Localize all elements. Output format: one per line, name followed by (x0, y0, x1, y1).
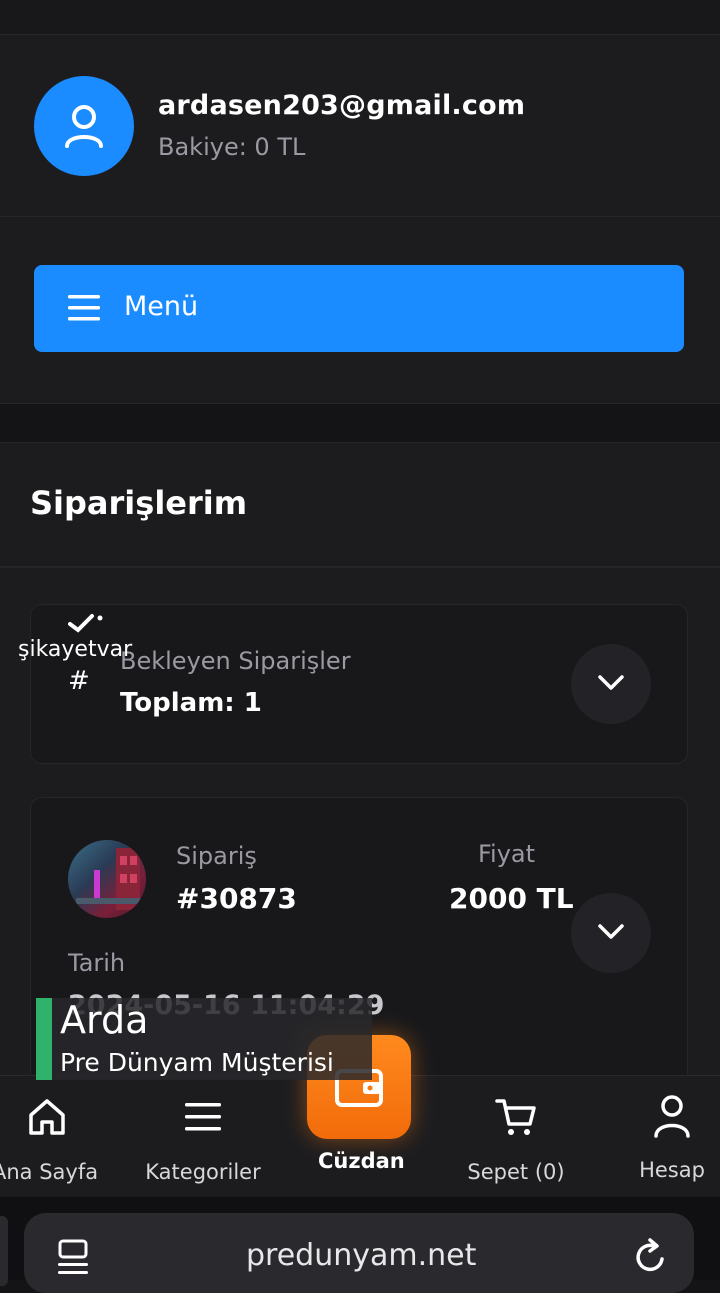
nav-categories-label: Kategoriler (145, 1160, 261, 1184)
nav-home-label: Ana Sayfa (0, 1160, 99, 1184)
cart-icon (495, 1099, 536, 1135)
nav-account-label: Hesap (639, 1158, 705, 1182)
expand-pending-button[interactable] (571, 644, 651, 724)
user-icon (654, 1095, 690, 1138)
order-id: #30873 (176, 882, 297, 915)
profile-email: ardasen203@gmail.com (158, 90, 526, 121)
list-icon (185, 1103, 221, 1131)
page-settings-icon (58, 1239, 88, 1274)
user-icon (65, 105, 103, 148)
nav-cart[interactable]: Sepet (0) (466, 1090, 566, 1184)
date-label: Tarih (68, 949, 126, 977)
caption-subtitle: Pre Dünyam Müşterisi (60, 1048, 334, 1077)
divider (0, 566, 720, 568)
url-text: predunyam.net (246, 1238, 477, 1273)
nav-wallet-label[interactable]: Cüzdan (318, 1149, 405, 1173)
order-label: Sipariş (176, 842, 257, 870)
orders-title: Siparişlerim (30, 484, 248, 522)
chevron-down-icon (598, 675, 624, 690)
avatar[interactable] (34, 76, 134, 176)
caption-name: Arda (60, 998, 149, 1042)
menu-button[interactable]: Menü (34, 265, 684, 352)
menu-button-label: Menü (124, 291, 199, 322)
expand-order-button[interactable] (571, 893, 651, 973)
caption-accent-bar (36, 998, 52, 1080)
nav-account[interactable]: Hesap (632, 1090, 712, 1182)
profile-balance: Bakiye: 0 TL (158, 133, 306, 161)
tab-edge (0, 1216, 8, 1286)
price-label: Fiyat (478, 840, 536, 868)
nav-home[interactable]: Ana Sayfa (0, 1090, 99, 1184)
watermark-brand: şikayetvar (18, 637, 133, 662)
hamburger-icon (68, 295, 100, 321)
home-icon (29, 1099, 65, 1135)
status-bar (0, 0, 720, 34)
chevron-down-icon (598, 924, 624, 939)
reload-icon[interactable] (632, 1237, 668, 1275)
nav-categories[interactable]: Kategoriler (142, 1090, 264, 1184)
watermark-hash: # (68, 666, 90, 696)
price-value: 2000 TL (449, 882, 574, 915)
nav-cart-label: Sepet (0) (467, 1160, 565, 1184)
product-thumbnail (68, 840, 146, 918)
